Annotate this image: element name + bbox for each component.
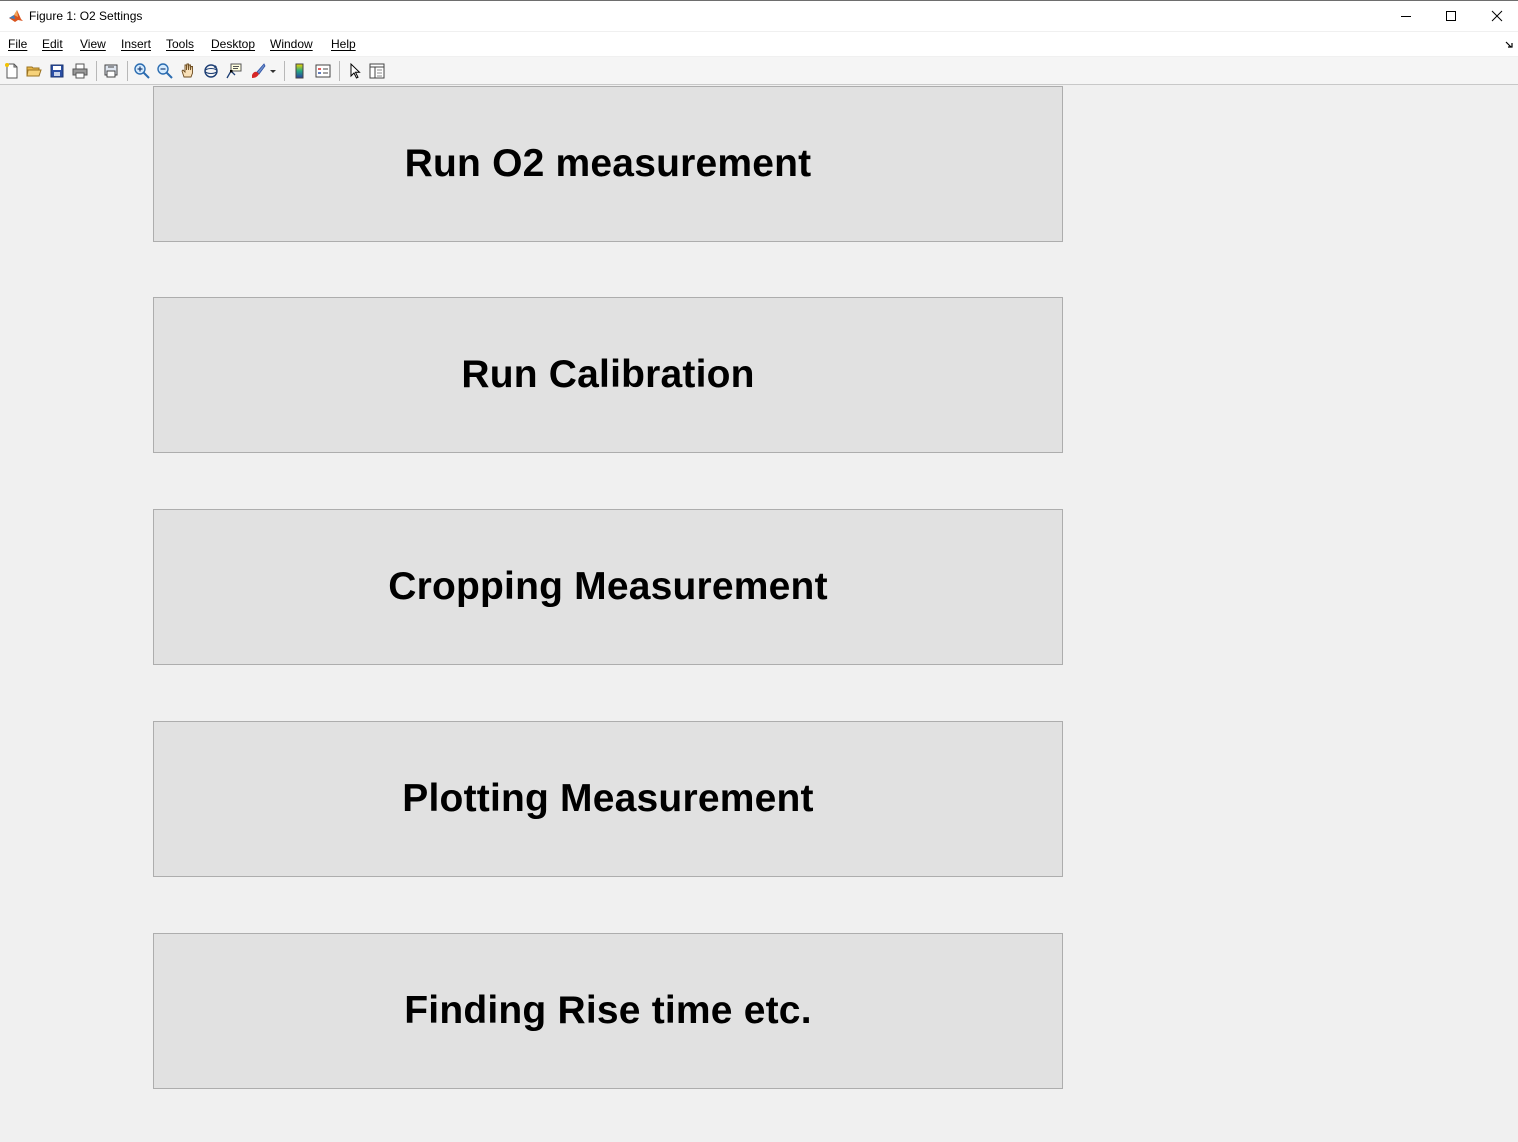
button-label: Cropping Measurement: [388, 565, 828, 608]
menu-window[interactable]: Window: [270, 37, 313, 51]
button-label: Plotting Measurement: [402, 777, 814, 820]
open-file-icon[interactable]: [25, 62, 43, 80]
figure-toolbar: [0, 57, 1518, 85]
menu-help[interactable]: Help: [331, 37, 356, 51]
title-bar[interactable]: Figure 1: O2 Settings: [0, 1, 1518, 31]
cropping-measurement-button[interactable]: Cropping Measurement: [153, 509, 1063, 665]
print-preview-icon[interactable]: [102, 62, 120, 80]
toolbar-separator: [127, 61, 128, 81]
pan-icon[interactable]: [179, 62, 197, 80]
brush-dropdown-arrow-icon[interactable]: [268, 62, 278, 80]
figure-window: Figure 1: O2 Settings File Edit View Ins…: [0, 0, 1518, 1142]
maximize-icon: [1446, 11, 1456, 21]
brush-icon[interactable]: [249, 62, 267, 80]
toolbar-separator: [284, 61, 285, 81]
finding-rise-time-button[interactable]: Finding Rise time etc.: [153, 933, 1063, 1089]
minimize-icon: [1401, 16, 1411, 17]
run-o2-measurement-button[interactable]: Run O2 measurement: [153, 86, 1063, 242]
menu-desktop[interactable]: Desktop: [211, 37, 255, 51]
zoom-in-icon[interactable]: [133, 62, 151, 80]
window-title: Figure 1: O2 Settings: [29, 9, 143, 23]
close-icon: [1491, 10, 1503, 22]
minimize-button[interactable]: [1383, 1, 1429, 31]
maximize-button[interactable]: [1428, 1, 1474, 31]
print-icon[interactable]: [71, 62, 89, 80]
menu-insert[interactable]: Insert: [121, 37, 151, 51]
toolbar-toggle-arrow-icon[interactable]: [1505, 40, 1515, 50]
edit-plot-icon[interactable]: [346, 62, 364, 80]
toolbar-separator: [96, 61, 97, 81]
menu-file[interactable]: File: [8, 37, 27, 51]
button-label: Run O2 measurement: [404, 142, 812, 185]
menu-bar: File Edit View Insert Tools Desktop Wind…: [0, 32, 1518, 56]
new-figure-icon[interactable]: [3, 62, 21, 80]
zoom-out-icon[interactable]: [156, 62, 174, 80]
property-inspector-icon[interactable]: [368, 62, 386, 80]
colorbar-icon[interactable]: [291, 62, 309, 80]
run-calibration-button[interactable]: Run Calibration: [153, 297, 1063, 453]
menu-tools[interactable]: Tools: [166, 37, 194, 51]
button-label: Finding Rise time etc.: [404, 989, 812, 1032]
matlab-logo-icon: [9, 10, 23, 22]
rotate-3d-icon[interactable]: [202, 62, 220, 80]
data-cursor-icon[interactable]: [225, 62, 243, 80]
save-icon[interactable]: [48, 62, 66, 80]
close-button[interactable]: [1474, 1, 1518, 31]
button-label: Run Calibration: [461, 353, 755, 396]
plotting-measurement-button[interactable]: Plotting Measurement: [153, 721, 1063, 877]
menu-edit[interactable]: Edit: [42, 37, 63, 51]
legend-icon[interactable]: [314, 62, 332, 80]
toolbar-separator: [339, 61, 340, 81]
menu-view[interactable]: View: [80, 37, 106, 51]
